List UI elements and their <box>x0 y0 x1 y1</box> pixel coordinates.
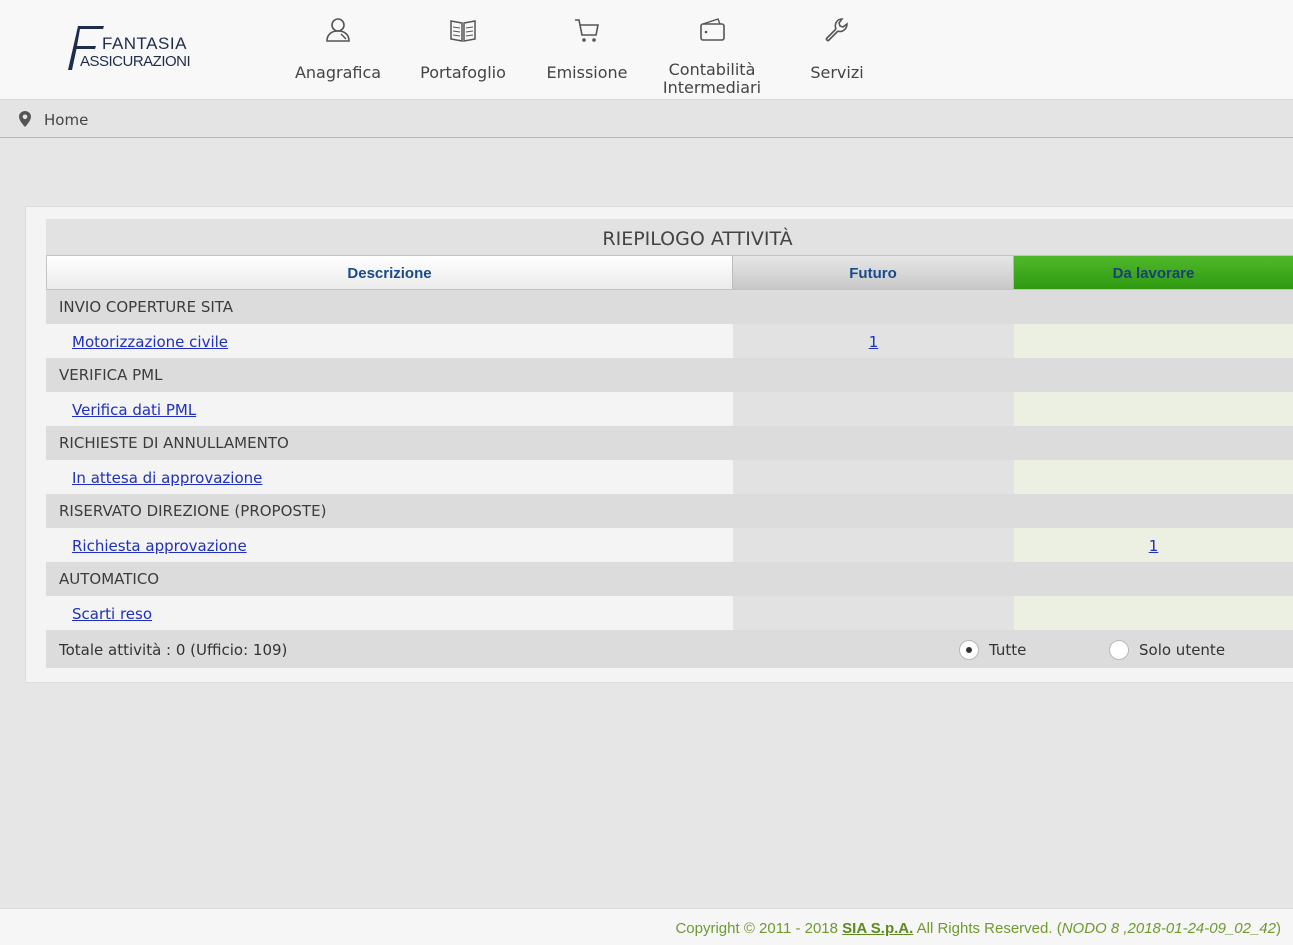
activity-link-motorizzazione-civile[interactable]: Motorizzazione civile <box>72 333 228 351</box>
logo-line2: ASSICURAZIONI <box>80 53 191 70</box>
wrench-icon <box>825 18 848 42</box>
radio-selected-icon[interactable] <box>959 640 979 660</box>
copyright-text: Copyright © 2011 - 2018 SIA S.p.A. All R… <box>675 920 1281 937</box>
activity-link-scarti-reso[interactable]: Scarti reso <box>72 605 152 623</box>
da-lavorare-cell <box>1014 392 1293 426</box>
radio-unselected-icon[interactable] <box>1109 640 1129 660</box>
wallet-icon <box>700 18 725 41</box>
group-label: INVIO COPERTURE SITA <box>59 298 234 316</box>
table-row: Richiesta approvazione 1 <box>46 528 1293 562</box>
da-lavorare-cell <box>1014 596 1293 630</box>
group-row: RISERVATO DIREZIONE (PROPOSTE) <box>46 494 1293 528</box>
futuro-cell <box>733 596 1014 630</box>
nav-servizi[interactable]: Servizi <box>794 0 880 100</box>
node-info: NODO 8 ,2018-01-24-09_02_42 <box>1061 920 1276 937</box>
footer: Copyright © 2011 - 2018 SIA S.p.A. All R… <box>0 908 1293 945</box>
group-label: RICHIESTE DI ANNULLAMENTO <box>59 434 289 452</box>
nav-portafoglio[interactable]: Portafoglio <box>414 0 512 100</box>
cart-icon <box>575 19 599 42</box>
table-title: RIEPILOGO ATTIVITÀ <box>46 219 1293 255</box>
activity-link-richiesta-approvazione[interactable]: Richiesta approvazione <box>72 537 247 555</box>
da-lavorare-cell <box>1014 324 1293 358</box>
nav-label: Anagrafica <box>294 63 382 82</box>
column-header-futuro[interactable]: Futuro <box>733 256 1014 289</box>
filter-all-label: Tutte <box>989 641 1027 659</box>
group-row: INVIO COPERTURE SITA <box>46 290 1293 324</box>
futuro-count-link[interactable]: 1 <box>869 333 879 351</box>
breadcrumb: Home <box>0 101 1293 138</box>
breadcrumb-home[interactable]: Home <box>44 111 88 129</box>
group-row: RICHIESTE DI ANNULLAMENTO <box>46 426 1293 460</box>
table-row: Scarti reso <box>46 596 1293 630</box>
company-link[interactable]: SIA S.p.A. <box>842 920 913 937</box>
map-pin-icon <box>19 111 31 127</box>
nav-label: Emissione <box>546 63 628 82</box>
user-icon <box>326 18 350 42</box>
filter-user-radio[interactable]: Solo utente <box>1109 640 1225 660</box>
filter-all-radio[interactable]: Tutte <box>959 640 1026 660</box>
total-activities-text: Totale attività : 0 (Ufficio: 109) <box>59 641 288 659</box>
group-label: VERIFICA PML <box>59 366 163 384</box>
group-label: RISERVATO DIREZIONE (PROPOSTE) <box>59 502 327 520</box>
table-row: Verifica dati PML <box>46 392 1293 426</box>
column-header-da-lavorare[interactable]: Da lavorare <box>1014 256 1293 289</box>
column-header-descrizione[interactable]: Descrizione <box>47 256 733 289</box>
nav-label: Contabilità Intermediari <box>662 60 762 97</box>
table-row: Motorizzazione civile 1 <box>46 324 1293 358</box>
nav-emissione[interactable]: Emissione <box>542 0 632 100</box>
total-row: Totale attività : 0 (Ufficio: 109) Tutte… <box>46 630 1293 668</box>
activity-link-verifica-dati-pml[interactable]: Verifica dati PML <box>72 401 196 419</box>
top-header: FANTASIA ASSICURAZIONI Anagrafica Portaf… <box>0 0 1293 100</box>
nav-label: Portafoglio <box>420 63 506 82</box>
futuro-cell <box>733 528 1014 562</box>
filter-user-label: Solo utente <box>1139 641 1226 659</box>
logo-line1: FANTASIA <box>102 34 187 53</box>
nav-label: Servizi <box>810 63 864 82</box>
da-lavorare-cell <box>1014 460 1293 494</box>
activity-link-in-attesa-di-approvazione[interactable]: In attesa di approvazione <box>72 469 262 487</box>
activity-summary-table: RIEPILOGO ATTIVITÀ Descrizione Futuro Da… <box>46 219 1293 668</box>
nav-anagrafica[interactable]: Anagrafica <box>292 0 384 100</box>
book-icon <box>450 20 476 42</box>
futuro-cell <box>733 460 1014 494</box>
table-header: Descrizione Futuro Da lavorare <box>46 255 1293 290</box>
group-row: AUTOMATICO <box>46 562 1293 596</box>
table-row: In attesa di approvazione <box>46 460 1293 494</box>
group-row: VERIFICA PML <box>46 358 1293 392</box>
company-logo[interactable]: FANTASIA ASSICURAZIONI <box>66 24 198 72</box>
nav-contabilita-intermediari[interactable]: Contabilità Intermediari <box>658 0 766 100</box>
da-lavorare-count-link[interactable]: 1 <box>1149 537 1159 555</box>
group-label: AUTOMATICO <box>59 570 160 588</box>
futuro-cell <box>733 392 1014 426</box>
